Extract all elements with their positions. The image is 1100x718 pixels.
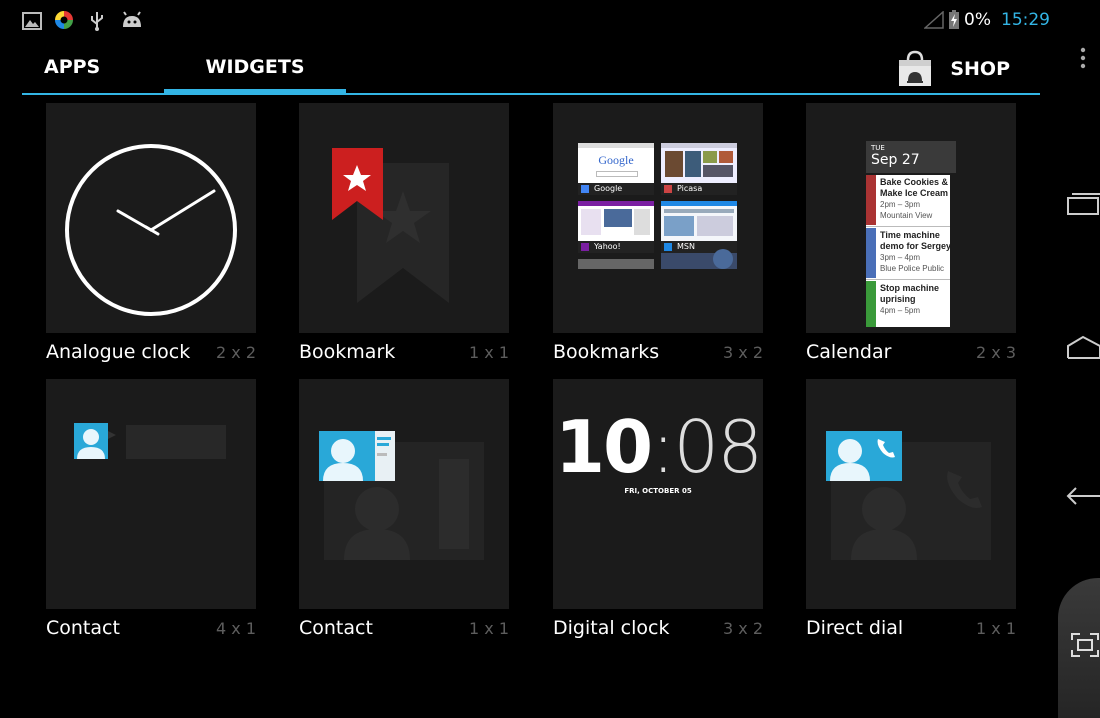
calendar-events: Bake Cookies & Make Ice Cream 2pm – 3pm … [866, 175, 950, 327]
widget-preview [299, 379, 509, 609]
contact-avatar-icon [74, 423, 116, 459]
widget-name: Bookmark [299, 341, 396, 363]
calendar-event: Time machine demo for Sergey 3pm – 4pm B… [866, 228, 950, 278]
shop-button[interactable]: SHOP [896, 45, 1010, 93]
widget-label: Digital clock 3 x 2 [553, 617, 763, 639]
tab-widgets[interactable]: WIDGETS [164, 45, 346, 95]
widget-name: Direct dial [806, 617, 904, 639]
google-favicon-icon [581, 185, 589, 193]
widget-preview [806, 379, 1016, 609]
shop-label: SHOP [950, 58, 1010, 80]
launcher-screen: 0% 15:29 APPS WIDGETS SHOP Analogue cloc… [0, 0, 1058, 695]
calendar-event: Bake Cookies & Make Ice Cream 2pm – 3pm … [866, 175, 950, 225]
calendar-event: Stop machine uprising 4pm – 5pm [866, 281, 950, 327]
digital-clock-date: FRI, OCTOBER 05 [624, 487, 692, 495]
globe-icon [713, 249, 733, 269]
status-right: 0% 15:29 [924, 10, 1050, 30]
msn-favicon-icon [664, 243, 672, 251]
battery-percentage: 0% [964, 10, 991, 30]
widget-label: Bookmarks 3 x 2 [553, 341, 763, 363]
direct-dial-preview [826, 431, 991, 560]
widget-name: Analogue clock [46, 341, 191, 363]
bookmark-label: Picasa [661, 183, 737, 195]
widget-label: Analogue clock 2 x 2 [46, 341, 256, 363]
active-tab-indicator [164, 89, 346, 95]
widget-size: 1 x 1 [469, 342, 509, 362]
calendar-header: TUE Sep 27 [866, 141, 956, 173]
widget-preview: Google Google Picasa Yahoo! MSN [553, 103, 763, 333]
android-icon [123, 11, 141, 27]
status-bar: 0% 15:29 [0, 0, 1058, 40]
widget-preview [46, 103, 256, 333]
overflow-menu-icon[interactable] [1078, 46, 1088, 70]
widget-name: Calendar [806, 341, 892, 363]
status-clock: 15:29 [1001, 10, 1050, 30]
battery-charging-icon [949, 10, 960, 29]
tab-widgets-label: WIDGETS [205, 56, 305, 78]
digital-clock-time: 10:08 [554, 405, 763, 489]
widget-size: 3 x 2 [723, 342, 763, 362]
widget-size: 3 x 2 [723, 618, 763, 638]
widget-label: Bookmark 1 x 1 [299, 341, 509, 363]
play-store-bag-icon [899, 50, 932, 86]
widget-label: Contact 1 x 1 [299, 617, 509, 639]
recent-apps-icon[interactable] [1066, 190, 1100, 218]
contact-card-preview [319, 431, 484, 560]
widget-label: Calendar 2 x 3 [806, 341, 1016, 363]
bookmark-thumb-yahoo [578, 201, 654, 241]
bookmark-thumb-msn [661, 201, 737, 241]
widget-name: Bookmarks [553, 341, 660, 363]
signal-icon [924, 11, 944, 29]
screenshot-icon[interactable] [1068, 632, 1100, 658]
bookmark-preview [332, 148, 449, 303]
widget-preview [299, 103, 509, 333]
widget-name: Digital clock [553, 617, 670, 639]
widget-label: Direct dial 1 x 1 [806, 617, 1016, 639]
yahoo-favicon-icon [581, 243, 589, 251]
home-icon[interactable] [1066, 334, 1100, 362]
widget-size: 4 x 1 [216, 618, 256, 638]
widget-preview: 10:08 FRI, OCTOBER 05 [553, 379, 763, 609]
widget-size: 1 x 1 [976, 618, 1016, 638]
widget-size: 2 x 3 [976, 342, 1016, 362]
tab-apps[interactable]: APPS [44, 45, 174, 93]
widget-preview [46, 379, 256, 609]
bookmark-label: Yahoo! [578, 241, 654, 253]
tab-bar: APPS WIDGETS SHOP [22, 45, 1040, 95]
usb-icon [91, 12, 103, 31]
analogue-clock-preview [65, 144, 237, 316]
picasa-favicon-icon [664, 185, 672, 193]
back-icon[interactable] [1066, 482, 1100, 510]
widget-size: 2 x 2 [216, 342, 256, 362]
widget-label: Contact 4 x 1 [46, 617, 256, 639]
sync-icon [55, 11, 73, 29]
widget-name: Contact [299, 617, 373, 639]
bookmark-thumb-picasa [661, 143, 737, 183]
widget-name: Contact [46, 617, 120, 639]
widget-size: 1 x 1 [469, 618, 509, 638]
gallery-icon [22, 12, 42, 30]
bookmark-label: Google [578, 183, 654, 195]
widget-preview: TUE Sep 27 Bake Cookies & Make Ice Cream… [806, 103, 1016, 333]
